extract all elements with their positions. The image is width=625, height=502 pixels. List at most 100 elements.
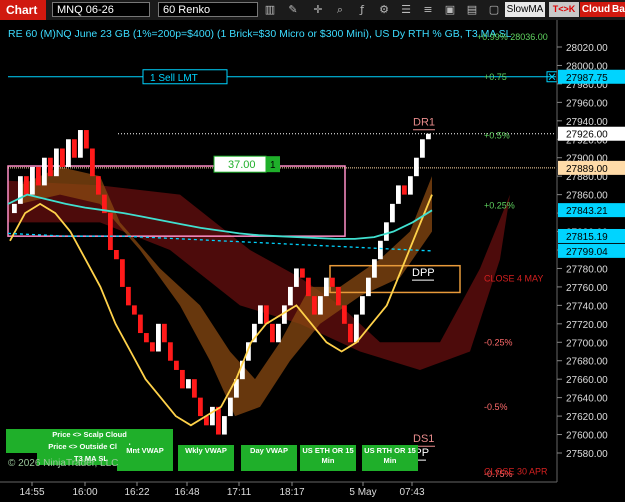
vwap-button[interactable]: Wkly VWAP <box>178 445 234 471</box>
renko-brick <box>336 286 341 306</box>
renko-brick <box>306 277 311 297</box>
renko-brick <box>390 203 395 223</box>
y-tick-label: 27780.00 <box>566 264 608 275</box>
x-tick-label: 07:43 <box>399 487 424 498</box>
price-tag: 27799.04 <box>566 247 608 258</box>
renko-brick <box>420 139 425 158</box>
renko-brick <box>426 133 431 140</box>
renko-brick <box>180 369 185 389</box>
strategy-icon[interactable]: ⚙ <box>376 2 392 17</box>
renko-brick <box>318 296 323 315</box>
renko-brick <box>186 379 191 389</box>
indicator-select[interactable]: SlowMA <box>505 2 545 17</box>
vwap-button[interactable]: US RTH OR 15 Min <box>362 445 418 471</box>
y-tick-label: 27660.00 <box>566 375 608 386</box>
camera-icon[interactable]: ▣ <box>442 2 458 17</box>
renko-brick <box>36 166 41 186</box>
chart-menu-button[interactable]: Chart <box>0 0 46 20</box>
renko-brick <box>198 397 203 417</box>
renko-brick <box>402 185 407 195</box>
chart-title: RE 60 (M)NQ June 23 GB (1%=200p=$400) (1… <box>8 28 512 40</box>
tk-button[interactable]: T<>K <box>549 2 579 17</box>
renko-brick <box>30 166 35 195</box>
renko-brick <box>114 250 119 260</box>
renko-brick <box>408 176 413 195</box>
renko-brick <box>210 406 215 426</box>
y-tick-label: 27620.00 <box>566 412 608 423</box>
y-tick-label: 27960.00 <box>566 98 608 109</box>
renko-brick <box>96 176 101 195</box>
renko-brick <box>384 222 389 241</box>
bar-button[interactable]: Bar <box>612 2 625 17</box>
toolbar: Chart MNQ 06-26 60 Renko ▥ ✎ ✛ ⌕ ƒ ⚙ ☰ ≡… <box>0 0 625 21</box>
renko-brick <box>144 333 149 343</box>
renko-brick <box>156 323 161 352</box>
y-tick-label: 27720.00 <box>566 320 608 331</box>
renko-brick <box>84 130 89 149</box>
lock-icon[interactable]: ▢ <box>486 2 502 17</box>
pencil-icon[interactable]: ✎ <box>285 2 301 17</box>
bars-icon[interactable]: ▥ <box>262 2 278 17</box>
instrument-selector[interactable]: MNQ 06-26 <box>52 2 150 17</box>
renko-brick <box>192 379 197 398</box>
price-tag: 27987.75 <box>566 73 608 84</box>
crosshair-icon[interactable]: ✛ <box>310 2 326 17</box>
close-label: CLOSE 30 APR <box>484 466 548 476</box>
renko-brick <box>258 305 263 324</box>
level-label-dpp: DPP <box>412 267 435 279</box>
renko-brick <box>288 286 293 306</box>
renko-brick <box>330 277 335 287</box>
price-tag: 27926.00 <box>566 130 608 141</box>
y-tick-label: 27940.00 <box>566 117 608 128</box>
x-tick-label: 5 May <box>349 487 376 498</box>
renko-brick <box>66 139 71 167</box>
renko-brick <box>60 148 65 167</box>
zoom-icon[interactable]: ⌕ <box>332 2 348 17</box>
renko-brick <box>42 157 47 186</box>
renko-brick <box>228 397 233 417</box>
renko-brick <box>276 323 281 343</box>
cloud-button[interactable]: Cloud <box>580 2 612 17</box>
properties-icon[interactable]: ☰ <box>398 2 414 17</box>
renko-brick <box>78 130 83 158</box>
price-tag: 27843.21 <box>566 206 608 217</box>
y-tick-label: 27760.00 <box>566 283 608 294</box>
renko-brick <box>54 148 59 177</box>
dataseries-icon[interactable]: ≡ <box>420 2 436 17</box>
renko-brick <box>342 305 347 324</box>
vwap-button[interactable]: US ETH OR 15 Min <box>300 445 356 471</box>
renko-brick <box>126 286 131 306</box>
renko-brick <box>414 157 419 177</box>
renko-brick <box>372 259 377 278</box>
renko-brick <box>324 277 329 297</box>
y-tick-label: 27860.00 <box>566 191 608 202</box>
renko-brick <box>90 148 95 177</box>
renko-brick <box>360 296 365 315</box>
renko-brick <box>378 240 383 260</box>
renko-brick <box>348 323 353 343</box>
y-tick-label: 27640.00 <box>566 394 608 405</box>
level-label-ds1: DS1 <box>413 433 434 445</box>
x-tick-label: 16:22 <box>124 487 149 498</box>
x-tick-label: 18:17 <box>279 487 304 498</box>
vwap-button[interactable]: Price <> Scalp Cloud <box>6 429 173 441</box>
renko-brick <box>108 213 113 250</box>
vwap-button[interactable]: Mnt VWAP <box>117 445 173 471</box>
renko-brick <box>396 185 401 204</box>
top-pct-label: +0.99% 28036.00 <box>477 32 548 42</box>
renko-brick <box>48 157 53 177</box>
vwap-button[interactable]: Day VWAP <box>241 445 297 471</box>
renko-brick <box>150 342 155 352</box>
chart-trader-icon[interactable]: ▤ <box>464 2 480 17</box>
pct-label: +0.25% <box>484 201 515 211</box>
renko-brick <box>222 416 227 435</box>
renko-brick <box>366 277 371 297</box>
renko-brick <box>24 176 29 195</box>
box-count: 1 <box>270 160 276 171</box>
order-pct: +0.75 <box>484 72 507 82</box>
y-tick-label: 27580.00 <box>566 449 608 460</box>
indicators-icon[interactable]: ƒ <box>354 2 370 17</box>
renko-brick <box>300 268 305 278</box>
renko-brick <box>270 323 275 343</box>
interval-selector[interactable]: 60 Renko <box>158 2 258 17</box>
